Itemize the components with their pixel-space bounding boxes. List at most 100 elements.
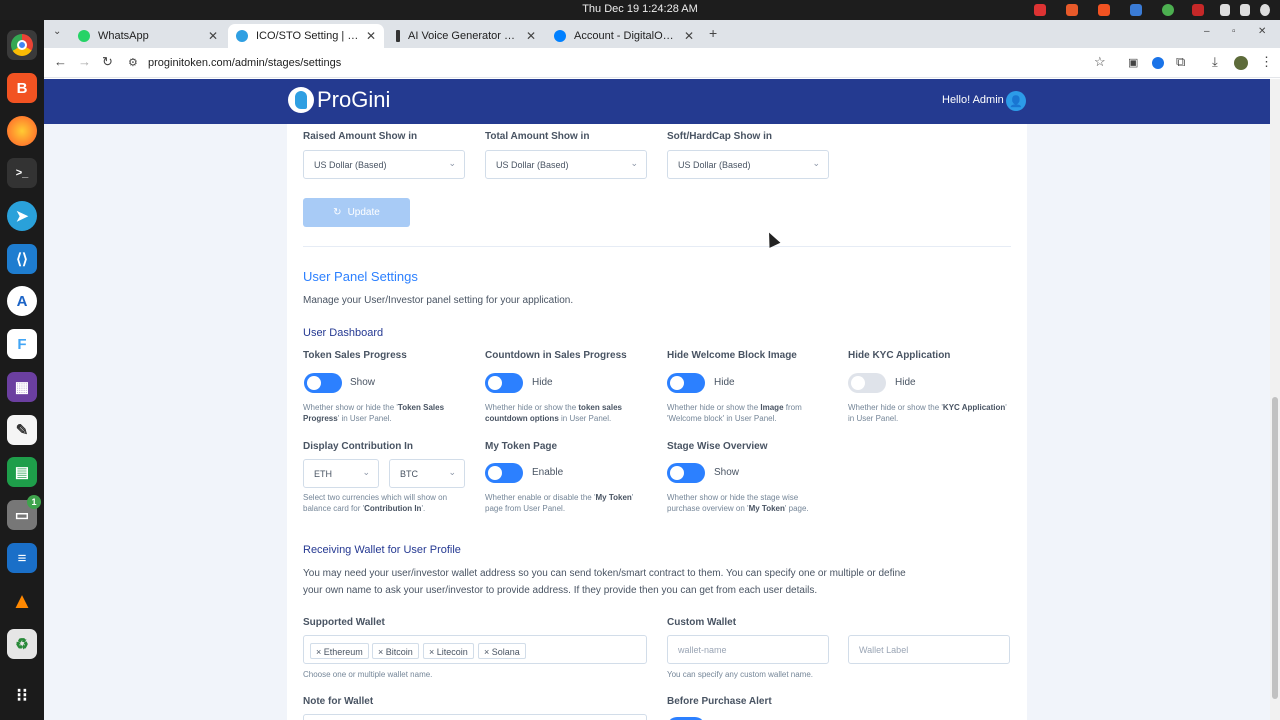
site-info-icon[interactable]: ⚙: [128, 56, 138, 69]
show-apps-dock-icon[interactable]: ⁝⁝: [7, 680, 37, 710]
remove-chip-icon[interactable]: ×: [484, 647, 489, 657]
spreadsheet-dock-icon[interactable]: ▤: [7, 457, 37, 487]
browser-tab-bar: ⌄ WhatsApp✕ ICO/STO Setting | ProGini✕ A…: [44, 20, 1280, 48]
softhardcap-label: Soft/HardCap Show in: [667, 131, 772, 142]
refresh-icon: ↻: [333, 207, 342, 218]
before-purchase-alert-label: Before Purchase Alert: [667, 696, 772, 707]
new-tab-icon[interactable]: +: [709, 25, 717, 41]
toggle-state-label: Hide: [714, 377, 735, 388]
hide-kyc-hint: Whether hide or show the 'KYC Applicatio…: [848, 403, 1007, 423]
telegram-dock-icon[interactable]: ➤: [7, 201, 37, 231]
raised-amount-label: Raised Amount Show in: [303, 131, 418, 142]
my-token-page-label: My Token Page: [485, 441, 558, 452]
stage-wise-overview-toggle[interactable]: [667, 463, 705, 483]
power-icon[interactable]: [1260, 4, 1270, 16]
screencast-icon[interactable]: [1192, 4, 1204, 16]
raised-amount-select[interactable]: US Dollar (Based) ⌄: [303, 150, 465, 179]
settings-card: Raised Amount Show in Total Amount Show …: [287, 124, 1027, 720]
whatsapp-icon: [78, 30, 90, 42]
app-center-dock-icon[interactable]: A: [7, 286, 37, 316]
close-window-icon[interactable]: ✕: [1258, 26, 1266, 37]
record-icon[interactable]: [1034, 4, 1046, 16]
extensions-puzzle-icon[interactable]: ⧉: [1176, 54, 1185, 70]
display-contribution-label: Display Contribution In: [303, 441, 413, 452]
browser-nav-bar: ← → ↻ ⚙ proginitoken.com/admin/stages/se…: [44, 48, 1280, 78]
update-button[interactable]: ↻ Update: [303, 198, 410, 227]
minimize-icon[interactable]: –: [1204, 26, 1210, 37]
section-divider: [303, 246, 1011, 247]
app-tray-icon[interactable]: [1130, 4, 1142, 16]
toggle-state-label: Hide: [895, 377, 916, 388]
firefox-dock-icon[interactable]: [7, 116, 37, 146]
files-dock-icon[interactable]: ▭ 1: [7, 495, 41, 530]
system-clock[interactable]: Thu Dec 19 1:24:28 AM: [0, 3, 1280, 15]
close-tab-icon[interactable]: ✕: [366, 29, 376, 43]
scrollbar-thumb[interactable]: [1272, 397, 1278, 699]
tab-ai-voice-generator[interactable]: AI Voice Generator & Text✕: [388, 24, 544, 48]
close-tab-icon[interactable]: ✕: [526, 29, 536, 43]
user-dashboard-title: User Dashboard: [303, 327, 384, 339]
volume-icon[interactable]: [1240, 4, 1250, 16]
vlc-dock-icon[interactable]: ▲: [7, 586, 37, 616]
remove-chip-icon[interactable]: ×: [429, 647, 434, 657]
forward-icon[interactable]: →: [78, 54, 91, 69]
countdown-toggle[interactable]: [485, 373, 523, 393]
brave-dock-icon[interactable]: B: [7, 73, 37, 103]
network-icon[interactable]: [1220, 4, 1230, 16]
download-icon[interactable]: ⤓: [1212, 54, 1218, 70]
tab-digitalocean[interactable]: Account - DigitalOcean ✕: [546, 24, 702, 48]
tab-list-chevron-icon[interactable]: ⌄: [53, 26, 61, 37]
total-amount-select[interactable]: US Dollar (Based) ⌄: [485, 150, 647, 179]
wallet-chip-ethereum[interactable]: × Ethereum: [310, 643, 369, 659]
extension-blue-icon[interactable]: [1152, 57, 1164, 69]
tab-whatsapp[interactable]: WhatsApp ✕: [70, 24, 226, 48]
close-tab-icon[interactable]: ✕: [208, 29, 218, 43]
reload-icon[interactable]: ↻: [102, 54, 113, 70]
progini-icon: [236, 30, 248, 42]
supported-wallet-multiselect[interactable]: × Ethereum × Bitcoin × Litecoin × Solana: [303, 635, 647, 664]
profile-avatar-icon[interactable]: [1234, 56, 1248, 70]
writer-dock-icon[interactable]: ≡: [7, 543, 37, 573]
hide-kyc-toggle[interactable]: [848, 373, 886, 393]
token-sales-progress-toggle[interactable]: [304, 373, 342, 393]
extension-icon[interactable]: ▣: [1128, 56, 1138, 69]
contribution-hint: Select two currencies which will show on…: [303, 493, 448, 513]
user-icon[interactable]: 👤: [1006, 91, 1026, 111]
tab-ico-sto-setting[interactable]: ICO/STO Setting | ProGini✕: [228, 24, 384, 48]
browser-menu-icon[interactable]: ⋮: [1260, 54, 1273, 70]
admin-greeting[interactable]: Hello! Admin: [942, 94, 1004, 106]
text-editor-dock-icon[interactable]: ✎: [7, 415, 37, 445]
custom-wallet-name-input[interactable]: wallet-name: [667, 635, 829, 664]
remove-chip-icon[interactable]: ×: [378, 647, 383, 657]
hide-welcome-block-toggle[interactable]: [667, 373, 705, 393]
brave-tray-icon[interactable]: [1098, 4, 1110, 16]
trash-dock-icon[interactable]: ♻: [7, 629, 37, 659]
chevron-down-icon: ⌄: [812, 158, 820, 168]
wallet-chip-bitcoin[interactable]: × Bitcoin: [372, 643, 419, 659]
address-bar[interactable]: proginitoken.com/admin/stages/settings: [148, 57, 341, 69]
tool-icon[interactable]: [1066, 4, 1078, 16]
flutter-dock-icon[interactable]: F: [7, 329, 37, 359]
page-background: Raised Amount Show in Total Amount Show …: [44, 124, 1270, 720]
bookmark-star-icon[interactable]: ☆: [1094, 54, 1106, 70]
vscode-dock-icon[interactable]: ⟨⟩: [7, 244, 37, 274]
chevron-down-icon: ⌄: [448, 467, 456, 477]
note-for-wallet-input[interactable]: [303, 714, 647, 720]
progini-logo[interactable]: ProGini: [288, 87, 390, 113]
restore-icon[interactable]: ▫: [1232, 26, 1236, 37]
chrome-tray-icon[interactable]: [1162, 4, 1174, 16]
softhardcap-select[interactable]: US Dollar (Based) ⌄: [667, 150, 829, 179]
page-scrollbar[interactable]: [1270, 79, 1280, 720]
contribution-currency-2-select[interactable]: BTC ⌄: [389, 459, 465, 488]
remove-chip-icon[interactable]: ×: [316, 647, 321, 657]
video-editor-dock-icon[interactable]: ▦: [7, 372, 37, 402]
close-tab-icon[interactable]: ✕: [684, 29, 694, 43]
wallet-chip-solana[interactable]: × Solana: [478, 643, 526, 659]
back-icon[interactable]: ←: [54, 54, 67, 69]
contribution-currency-1-select[interactable]: ETH ⌄: [303, 459, 379, 488]
my-token-page-toggle[interactable]: [485, 463, 523, 483]
custom-wallet-label-input[interactable]: Wallet Label: [848, 635, 1010, 664]
chrome-dock-icon[interactable]: [7, 30, 37, 60]
terminal-dock-icon[interactable]: >_: [7, 158, 37, 188]
wallet-chip-litecoin[interactable]: × Litecoin: [423, 643, 474, 659]
